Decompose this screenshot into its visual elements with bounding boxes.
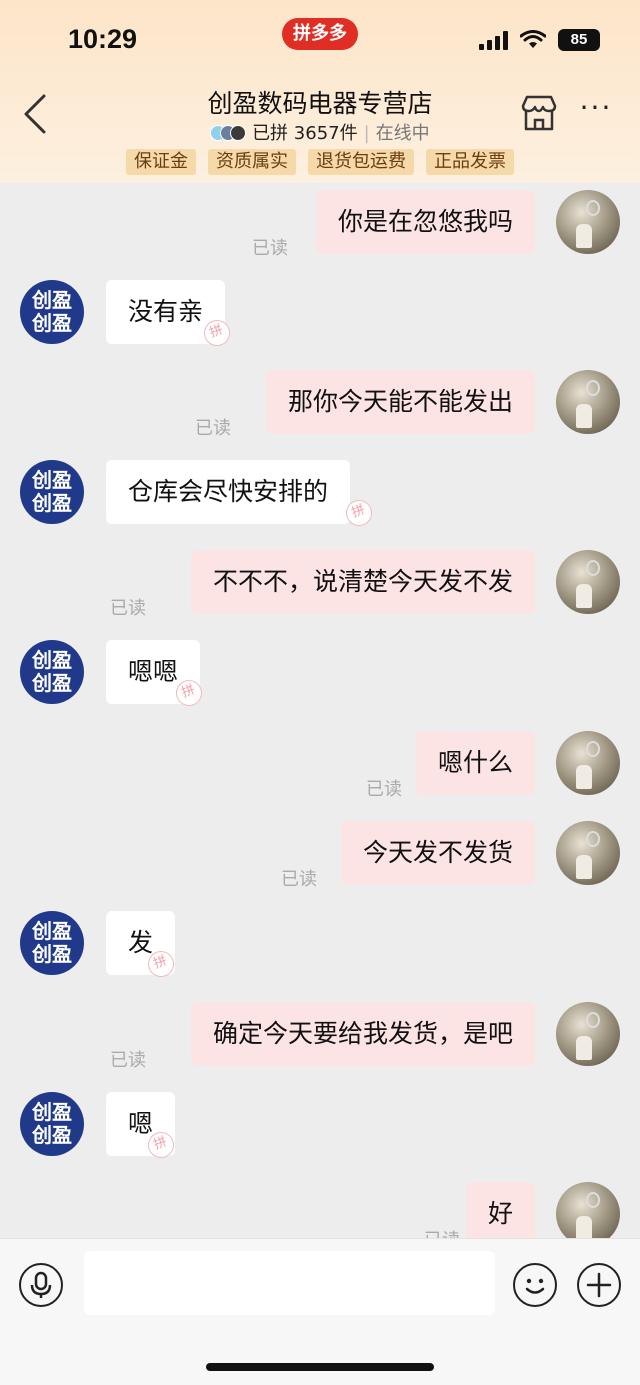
shop-avatar-line1: 创盈 bbox=[32, 468, 72, 492]
store-icon[interactable] bbox=[519, 94, 559, 132]
message-incoming: 创盈 创盈 没有亲 拼 bbox=[0, 280, 640, 350]
status-time: 10:29 bbox=[68, 24, 138, 54]
message-outgoing: 已读 今天发不发货 bbox=[0, 821, 640, 891]
shop-avatar-line2: 创盈 bbox=[32, 491, 72, 515]
chat-header: 10:29 拼多多 85 创盈数码电器专营店 已拼 3657件 | 在线中 ··· … bbox=[0, 0, 640, 183]
shop-avatar-line2: 创盈 bbox=[32, 1123, 72, 1147]
message-incoming: 创盈 创盈 嗯 拼 bbox=[0, 1092, 640, 1162]
message-outgoing: 已读 不不不，说清楚今天发不发 bbox=[0, 550, 640, 620]
shop-avatar[interactable]: 创盈 创盈 bbox=[20, 1092, 84, 1156]
emoji-button[interactable] bbox=[513, 1263, 557, 1307]
buyer-avatars-icon bbox=[210, 125, 247, 141]
read-receipt: 已读 bbox=[110, 598, 146, 619]
badge-qualification: 资质属实 bbox=[208, 149, 296, 175]
read-receipt: 已读 bbox=[252, 238, 288, 259]
chat-message-list[interactable]: 已读 你是在忽悠我吗 创盈 创盈 没有亲 拼 已读 那你今天能不能发出 创盈 创盈 … bbox=[0, 183, 640, 1238]
message-bubble[interactable]: 今天发不发货 bbox=[340, 821, 535, 885]
message-bubble[interactable]: 那你今天能不能发出 bbox=[265, 370, 535, 434]
badge-invoice: 正品发票 bbox=[426, 149, 514, 175]
badge-free-return: 退货包运费 bbox=[308, 149, 414, 175]
shop-avatar-line1: 创盈 bbox=[32, 919, 72, 943]
voice-button[interactable] bbox=[19, 1263, 63, 1307]
message-bubble[interactable]: 嗯什么 bbox=[415, 731, 535, 795]
message-outgoing: 已读 那你今天能不能发出 bbox=[0, 370, 640, 440]
shop-avatar-line1: 创盈 bbox=[32, 1100, 72, 1124]
read-receipt: 已读 bbox=[110, 1050, 146, 1071]
user-avatar[interactable] bbox=[556, 821, 620, 885]
sold-count: 已拼 3657件 bbox=[252, 123, 358, 144]
signal-icon bbox=[479, 30, 508, 50]
shop-avatar[interactable]: 创盈 创盈 bbox=[20, 460, 84, 524]
user-avatar[interactable] bbox=[556, 370, 620, 434]
message-bubble[interactable]: 好 bbox=[465, 1182, 535, 1238]
message-bubble[interactable]: 仓库会尽快安排的 bbox=[106, 460, 351, 524]
battery-indicator: 85 bbox=[558, 29, 600, 51]
message-input[interactable] bbox=[84, 1251, 495, 1315]
user-avatar[interactable] bbox=[556, 731, 620, 795]
message-incoming: 创盈 创盈 发 拼 bbox=[0, 911, 640, 981]
more-icon[interactable]: ··· bbox=[578, 94, 614, 124]
user-avatar[interactable] bbox=[556, 1182, 620, 1238]
app-badge: 拼多多 bbox=[282, 18, 358, 50]
shop-avatar[interactable]: 创盈 创盈 bbox=[20, 640, 84, 704]
badge-deposit: 保证金 bbox=[126, 149, 196, 175]
message-outgoing: 已读 嗯什么 bbox=[0, 731, 640, 801]
read-receipt: 已读 bbox=[195, 418, 231, 439]
message-incoming: 创盈 创盈 仓库会尽快安排的 拼 bbox=[0, 460, 640, 530]
message-incoming: 创盈 创盈 嗯嗯 拼 bbox=[0, 640, 640, 710]
user-avatar[interactable] bbox=[556, 1002, 620, 1066]
read-receipt: 已读 bbox=[424, 1226, 460, 1238]
shop-avatar-line2: 创盈 bbox=[32, 671, 72, 695]
plus-icon bbox=[586, 1272, 612, 1298]
shop-avatar[interactable]: 创盈 创盈 bbox=[20, 911, 84, 975]
shop-avatar-line2: 创盈 bbox=[32, 311, 72, 335]
user-avatar[interactable] bbox=[556, 190, 620, 254]
microphone-icon bbox=[30, 1271, 52, 1298]
emoji-icon bbox=[525, 1278, 545, 1294]
shop-avatar[interactable]: 创盈 创盈 bbox=[20, 280, 84, 344]
read-receipt: 已读 bbox=[281, 869, 317, 890]
message-outgoing: 已读 好 bbox=[0, 1182, 640, 1238]
more-actions-button[interactable] bbox=[577, 1263, 621, 1307]
online-status: 在线中 bbox=[375, 123, 430, 144]
shop-avatar-line2: 创盈 bbox=[32, 942, 72, 966]
message-outgoing: 已读 确定今天要给我发货，是吧 bbox=[0, 1002, 640, 1072]
message-bubble[interactable]: 确定今天要给我发货，是吧 bbox=[190, 1002, 535, 1066]
message-bubble[interactable]: 你是在忽悠我吗 bbox=[315, 190, 535, 254]
user-avatar[interactable] bbox=[556, 550, 620, 614]
shop-avatar-line1: 创盈 bbox=[32, 648, 72, 672]
message-bubble[interactable]: 不不不，说清楚今天发不发 bbox=[190, 550, 535, 614]
status-icons: 85 bbox=[479, 28, 600, 52]
shop-badges: 保证金 资质属实 退货包运费 正品发票 bbox=[0, 149, 640, 175]
read-receipt: 已读 bbox=[366, 779, 402, 800]
shop-avatar-line1: 创盈 bbox=[32, 288, 72, 312]
wifi-icon bbox=[520, 30, 546, 48]
home-indicator[interactable] bbox=[206, 1363, 434, 1371]
message-outgoing: 已读 你是在忽悠我吗 bbox=[0, 190, 640, 260]
input-bar bbox=[0, 1238, 640, 1385]
